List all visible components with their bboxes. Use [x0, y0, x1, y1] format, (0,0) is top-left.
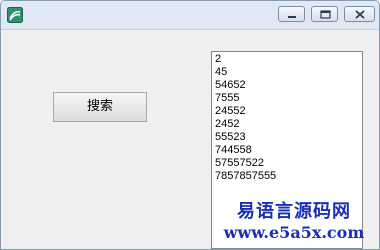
list-item[interactable]: 744558 — [215, 144, 362, 157]
search-button[interactable]: 搜索 — [53, 92, 147, 122]
list-item[interactable]: 7857857555 — [215, 170, 362, 183]
list-item[interactable]: 54652 — [215, 79, 362, 92]
maximize-button[interactable] — [311, 6, 338, 22]
minimize-icon — [288, 16, 296, 18]
list-item[interactable]: 57557522 — [215, 157, 362, 170]
list-item[interactable]: 7555 — [215, 92, 362, 105]
close-button[interactable] — [344, 6, 375, 22]
title-bar[interactable] — [1, 1, 379, 30]
list-item[interactable]: 2 — [215, 53, 362, 66]
app-window: 搜索 2 45 54652 7555 24552 2452 55523 7445… — [0, 0, 380, 250]
list-item[interactable]: 2452 — [215, 118, 362, 131]
watermark-title: 易语言源码网 — [237, 201, 351, 222]
app-icon — [7, 7, 23, 23]
watermark: 易语言源码网 www.e5a5x.com — [219, 201, 369, 243]
watermark-url: www.e5a5x.com — [223, 223, 365, 242]
list-item[interactable]: 45 — [215, 66, 362, 79]
list-item[interactable]: 24552 — [215, 105, 362, 118]
maximize-icon — [320, 10, 331, 19]
list-item[interactable]: 55523 — [215, 131, 362, 144]
minimize-button[interactable] — [278, 6, 305, 22]
close-icon — [355, 10, 365, 19]
